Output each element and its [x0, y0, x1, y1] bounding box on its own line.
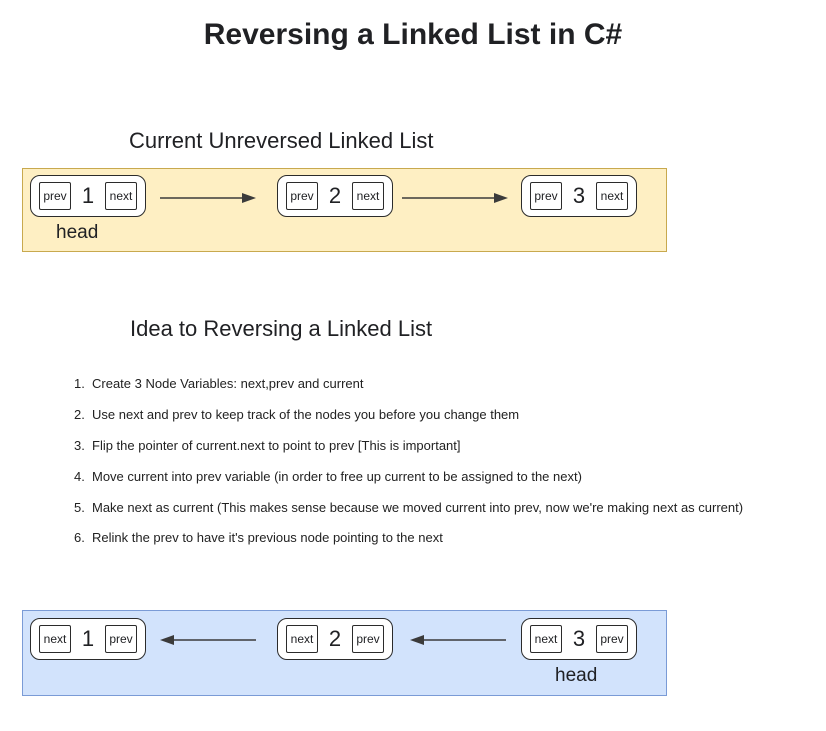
step-4: 4.Move current into prev variable (in or… [74, 469, 816, 486]
arrow-right-2 [402, 190, 508, 206]
node-3-num: 3 [570, 183, 588, 209]
node-3b-next-slot: next [530, 625, 562, 653]
node-2b-next-slot: next [286, 625, 318, 653]
step-5-text: Make next as current (This makes sense b… [92, 500, 743, 517]
steps-list: 1.Create 3 Node Variables: next,prev and… [34, 376, 816, 561]
node-1b-next-slot: next [39, 625, 71, 653]
arrow-left-2 [410, 632, 506, 648]
node-1b-prev-slot: prev [105, 625, 137, 653]
node-2-next-slot: next [352, 182, 384, 210]
node-2-top: prev 2 next [277, 175, 393, 217]
node-2-num: 2 [326, 183, 344, 209]
step-1-text: Create 3 Node Variables: next,prev and c… [92, 376, 363, 393]
node-3-next-slot: next [596, 182, 628, 210]
node-2b-prev-slot: prev [352, 625, 384, 653]
node-3b-num: 3 [570, 626, 588, 652]
step-6: 6.Relink the prev to have it's previous … [74, 530, 816, 547]
node-2b-num: 2 [326, 626, 344, 652]
node-1b-num: 1 [79, 626, 97, 652]
head-label-top: head [56, 222, 98, 244]
node-3b-prev-slot: prev [596, 625, 628, 653]
node-3-prev-slot: prev [530, 182, 562, 210]
section-heading-unreversed: Current Unreversed Linked List [129, 128, 433, 154]
node-1-prev-slot: prev [39, 182, 71, 210]
arrow-right-1 [160, 190, 256, 206]
step-6-text: Relink the prev to have it's previous no… [92, 530, 443, 547]
step-2-text: Use next and prev to keep track of the n… [92, 407, 519, 424]
step-4-text: Move current into prev variable (in orde… [92, 469, 582, 486]
step-2: 2.Use next and prev to keep track of the… [74, 407, 816, 424]
page-title: Reversing a Linked List in C# [0, 18, 826, 52]
node-1-bottom: next 1 prev [30, 618, 146, 660]
node-2-prev-slot: prev [286, 182, 318, 210]
node-3-top: prev 3 next [521, 175, 637, 217]
step-3: 3.Flip the pointer of current.next to po… [74, 438, 816, 455]
head-label-bottom: head [555, 665, 597, 687]
step-3-text: Flip the pointer of current.next to poin… [92, 438, 461, 455]
node-1-next-slot: next [105, 182, 137, 210]
step-5: 5.Make next as current (This makes sense… [74, 500, 816, 517]
arrow-left-1 [160, 632, 256, 648]
node-1-num: 1 [79, 183, 97, 209]
section-heading-idea: Idea to Reversing a Linked List [130, 316, 432, 342]
node-2-bottom: next 2 prev [277, 618, 393, 660]
node-3-bottom: next 3 prev [521, 618, 637, 660]
node-1-top: prev 1 next [30, 175, 146, 217]
step-1: 1.Create 3 Node Variables: next,prev and… [74, 376, 816, 393]
